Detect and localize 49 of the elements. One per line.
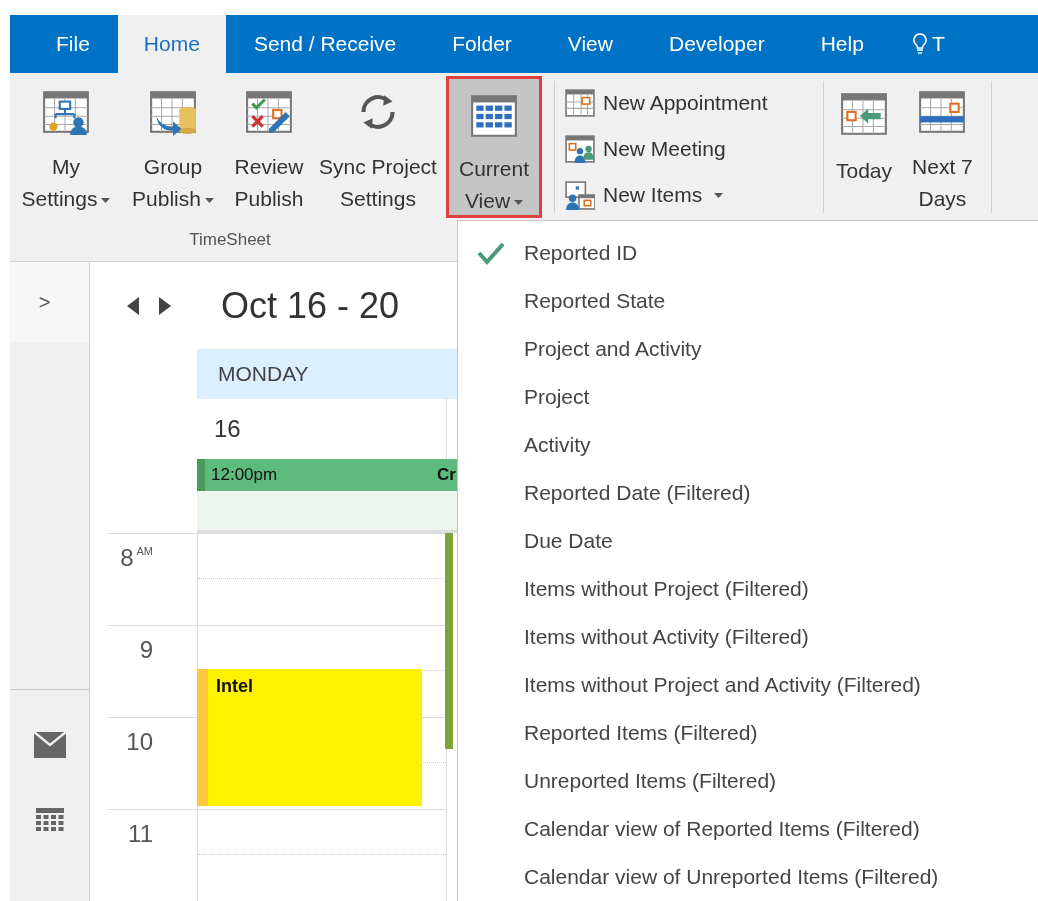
menu-item[interactable]: Reported ID bbox=[458, 229, 1038, 277]
tell-me-field[interactable]: T bbox=[931, 28, 945, 60]
person-calendar-icon bbox=[565, 180, 595, 210]
ribbon-button[interactable]: Today bbox=[828, 73, 901, 215]
menu-item[interactable]: Project bbox=[458, 373, 1038, 421]
menu-item[interactable]: Reported Date (Filtered) bbox=[458, 469, 1038, 517]
ribbon-button[interactable]: Review Publish bbox=[228, 73, 310, 215]
ribbon-button[interactable]: New Items bbox=[565, 175, 823, 215]
ribbon-tab[interactable]: Send / Receive bbox=[225, 15, 425, 73]
menu-item[interactable]: Unreported Items (Filtered) bbox=[458, 757, 1038, 805]
hour-label: 9 bbox=[139, 636, 153, 664]
ribbon-button[interactable]: Group Publish bbox=[118, 73, 228, 215]
expand-button[interactable]: > bbox=[38, 287, 51, 317]
menu-item[interactable]: Reported Items (Filtered) bbox=[458, 709, 1038, 757]
ribbon-button[interactable]: New Appointment bbox=[565, 83, 823, 123]
ribbon-button[interactable]: Next 7 Days bbox=[904, 73, 981, 215]
menu-item[interactable]: Items without Activity (Filtered) bbox=[458, 613, 1038, 661]
menu-item[interactable]: Calendar view of Unreported Items (Filtered) bbox=[458, 853, 1038, 901]
menu-item[interactable]: Activity bbox=[458, 421, 1038, 469]
appointment[interactable]: Intel bbox=[197, 669, 422, 806]
lightbulb-icon bbox=[911, 32, 928, 56]
calendar-icon bbox=[565, 88, 595, 118]
all-day-event[interactable]: 12:00pm Cr bbox=[197, 459, 457, 491]
day-header: MONDAY bbox=[197, 349, 457, 399]
hour-label: 10 bbox=[126, 728, 153, 756]
mail-icon[interactable] bbox=[33, 732, 66, 758]
menu-item[interactable]: Project and Activity bbox=[458, 325, 1038, 373]
ribbon-tab[interactable]: Developer bbox=[640, 15, 793, 73]
menu-item[interactable]: Reported State bbox=[458, 277, 1038, 325]
menu-item[interactable]: Due Date bbox=[458, 517, 1038, 565]
ribbon-button[interactable]: Sync Project Settings bbox=[310, 73, 446, 215]
people-calendar-icon bbox=[565, 134, 595, 164]
menu-item[interactable]: Items without Project (Filtered) bbox=[458, 565, 1038, 613]
menu-item[interactable]: Calendar view of Reported Items (Filtered) bbox=[458, 805, 1038, 853]
ribbon-tab[interactable]: Help bbox=[792, 15, 892, 73]
group-label: TimeSheet bbox=[189, 229, 271, 251]
date-range-title: Oct 16 - 20 bbox=[221, 283, 400, 328]
ribbon-button[interactable]: My Settings bbox=[14, 73, 118, 215]
hour-label: 11 bbox=[128, 820, 153, 848]
menu-item[interactable]: Items without Project and Activity (Filtered) bbox=[458, 661, 1038, 709]
ribbon-tab[interactable]: File bbox=[28, 15, 118, 73]
ribbon-tab[interactable]: Folder bbox=[424, 15, 540, 73]
current-view-button[interactable]: Current View bbox=[446, 76, 542, 218]
ribbon-tab[interactable]: Home bbox=[117, 15, 226, 73]
calendar-icon[interactable] bbox=[35, 808, 64, 832]
ribbon-button[interactable]: New Meeting bbox=[565, 129, 823, 169]
previous-arrow-icon[interactable] bbox=[127, 296, 139, 315]
next-arrow-icon[interactable] bbox=[159, 296, 171, 315]
ribbon-tab[interactable]: View bbox=[539, 15, 641, 73]
